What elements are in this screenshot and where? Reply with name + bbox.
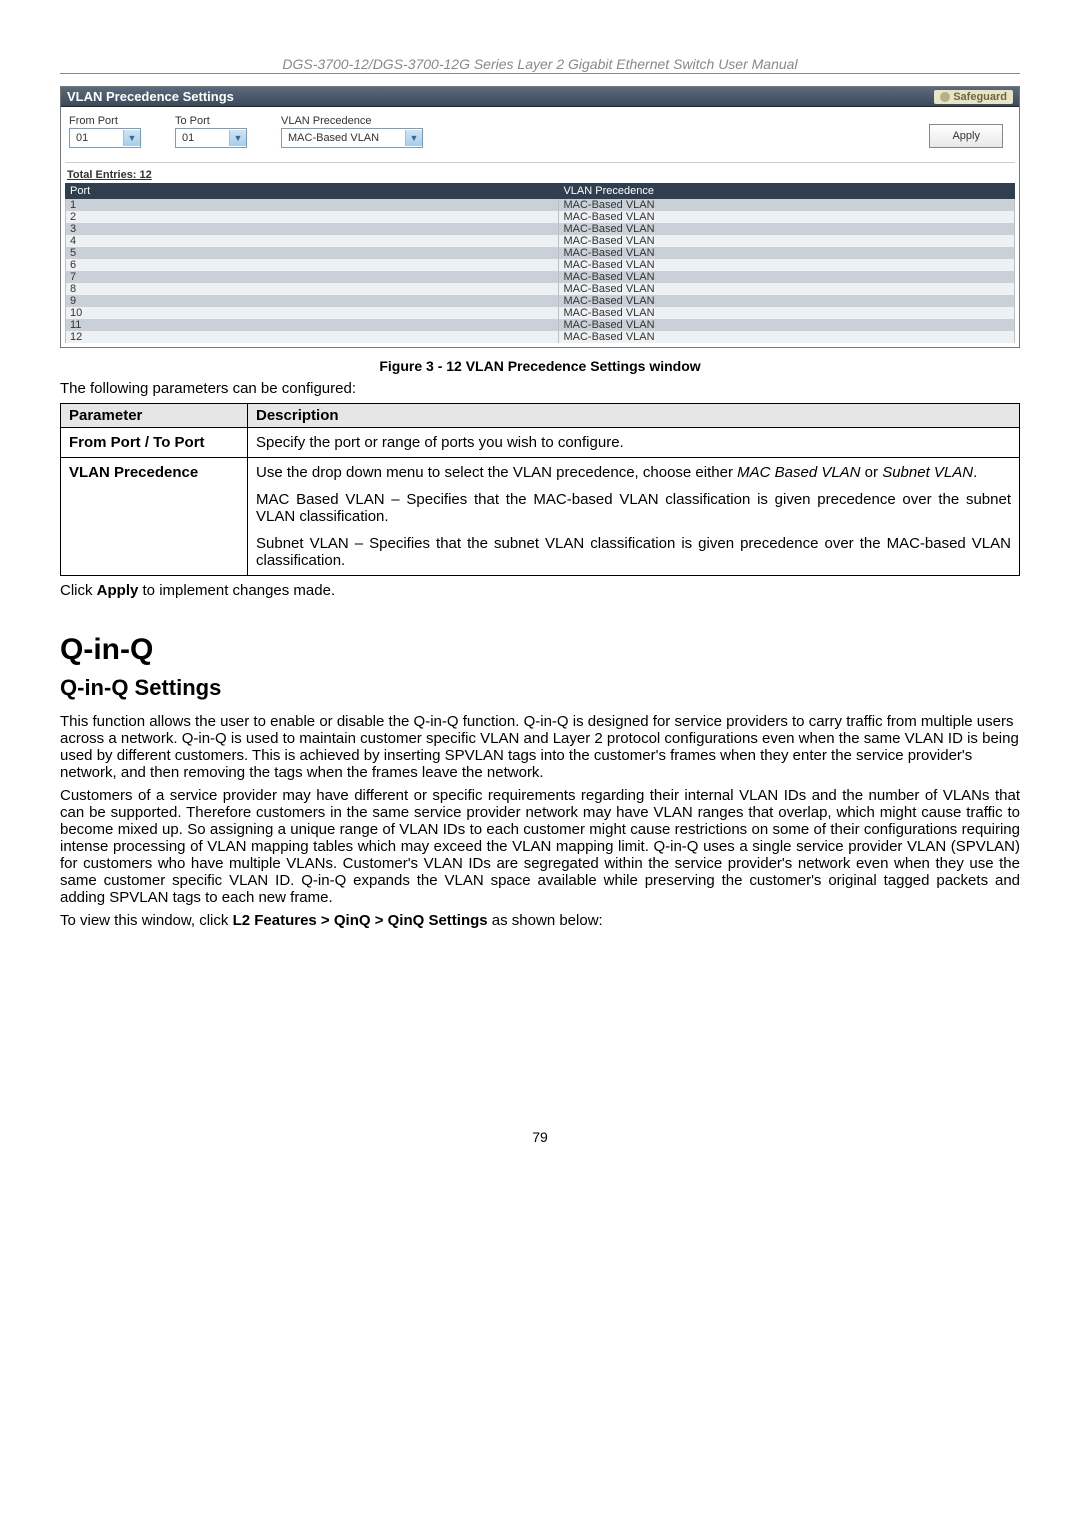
text: to implement changes made.: [138, 582, 335, 599]
text-bold: Apply: [97, 582, 139, 599]
figure-caption: Figure 3 - 12 VLAN Precedence Settings w…: [60, 358, 1020, 374]
table-row: 11MAC-Based VLAN: [66, 319, 1015, 331]
cell-vlan: MAC-Based VLAN: [559, 319, 1015, 331]
cell-vlan: MAC-Based VLAN: [559, 211, 1015, 223]
table-row: From Port / To Port Specify the port or …: [61, 428, 1020, 458]
cell-vlan: MAC-Based VLAN: [559, 199, 1015, 212]
vlan-precedence-value: MAC-Based VLAN: [288, 132, 379, 144]
text: as shown below:: [488, 912, 603, 929]
table-row: 12MAC-Based VLAN: [66, 331, 1015, 343]
intro-text: The following parameters can be configur…: [60, 380, 1020, 397]
table-row: 8MAC-Based VLAN: [66, 283, 1015, 295]
total-entries-label: Total Entries: 12: [61, 163, 1019, 183]
cell-port: 7: [66, 271, 559, 283]
cell-vlan: MAC-Based VLAN: [559, 247, 1015, 259]
page-number: 79: [60, 1129, 1020, 1145]
param-name: From Port / To Port: [61, 428, 248, 458]
desc-text: or: [861, 464, 883, 481]
chevron-down-icon: ▼: [123, 130, 140, 146]
param-desc: Use the drop down menu to select the VLA…: [248, 458, 1020, 576]
table-row: 7MAC-Based VLAN: [66, 271, 1015, 283]
nav-path-note: To view this window, click L2 Features >…: [60, 912, 1020, 929]
safeguard-label: Safeguard: [953, 91, 1007, 103]
from-port-value: 01: [76, 132, 88, 144]
paragraph: This function allows the user to enable …: [60, 713, 1020, 781]
cell-vlan: MAC-Based VLAN: [559, 331, 1015, 343]
param-name: VLAN Precedence: [61, 458, 248, 576]
desc-text: MAC Based VLAN – Specifies that the MAC-…: [256, 491, 1011, 525]
subsection-heading-qinq-settings: Q-in-Q Settings: [60, 675, 1020, 701]
param-header: Parameter: [61, 404, 248, 428]
cell-port: 5: [66, 247, 559, 259]
table-row: 3MAC-Based VLAN: [66, 223, 1015, 235]
text: To view this window, click: [60, 912, 233, 929]
settings-form-row: From Port 01 ▼ To Port 01 ▼ VLAN Precede…: [61, 107, 1019, 162]
cell-vlan: MAC-Based VLAN: [559, 271, 1015, 283]
cell-vlan: MAC-Based VLAN: [559, 259, 1015, 271]
desc-header: Description: [248, 404, 1020, 428]
cell-port: 6: [66, 259, 559, 271]
cell-port: 8: [66, 283, 559, 295]
desc-text: Subnet VLAN – Specifies that the subnet …: [256, 535, 1011, 569]
desc-text: Use the drop down menu to select the VLA…: [256, 464, 737, 481]
col-vlan-header: VLAN Precedence: [559, 184, 1015, 199]
to-port-label: To Port: [175, 115, 247, 127]
table-row: 4MAC-Based VLAN: [66, 235, 1015, 247]
cell-vlan: MAC-Based VLAN: [559, 295, 1015, 307]
table-row: VLAN Precedence Use the drop down menu t…: [61, 458, 1020, 576]
section-heading-qinq: Q-in-Q: [60, 633, 1020, 667]
table-row: 2MAC-Based VLAN: [66, 211, 1015, 223]
nav-path: L2 Features > QinQ > QinQ Settings: [233, 912, 488, 929]
cell-port: 3: [66, 223, 559, 235]
cell-vlan: MAC-Based VLAN: [559, 223, 1015, 235]
param-desc: Specify the port or range of ports you w…: [248, 428, 1020, 458]
text: Click: [60, 582, 97, 599]
vlan-precedence-table: Port VLAN Precedence 1MAC-Based VLAN2MAC…: [65, 183, 1015, 343]
to-port-value: 01: [182, 132, 194, 144]
table-row: 10MAC-Based VLAN: [66, 307, 1015, 319]
safeguard-badge: Safeguard: [934, 90, 1013, 104]
chevron-down-icon: ▼: [229, 130, 246, 146]
cell-port: 4: [66, 235, 559, 247]
table-row: 6MAC-Based VLAN: [66, 259, 1015, 271]
cell-port: 12: [66, 331, 559, 343]
apply-note: Click Apply to implement changes made.: [60, 582, 1020, 599]
apply-button[interactable]: Apply: [929, 124, 1003, 148]
from-port-label: From Port: [69, 115, 141, 127]
table-row: 5MAC-Based VLAN: [66, 247, 1015, 259]
from-port-select[interactable]: 01 ▼: [69, 128, 141, 148]
cell-port: 10: [66, 307, 559, 319]
desc-emph: MAC Based VLAN: [737, 464, 860, 481]
parameter-table: Parameter Description From Port / To Por…: [60, 403, 1020, 576]
chevron-down-icon: ▼: [405, 130, 422, 146]
to-port-select[interactable]: 01 ▼: [175, 128, 247, 148]
cell-vlan: MAC-Based VLAN: [559, 235, 1015, 247]
panel-title-bar: VLAN Precedence Settings Safeguard: [61, 87, 1019, 107]
cell-vlan: MAC-Based VLAN: [559, 283, 1015, 295]
desc-text: .: [973, 464, 977, 481]
panel-title: VLAN Precedence Settings: [67, 89, 234, 104]
paragraph: Customers of a service provider may have…: [60, 787, 1020, 906]
col-port-header: Port: [66, 184, 559, 199]
cell-port: 9: [66, 295, 559, 307]
table-row: 9MAC-Based VLAN: [66, 295, 1015, 307]
cell-vlan: MAC-Based VLAN: [559, 307, 1015, 319]
vlan-precedence-panel: VLAN Precedence Settings Safeguard From …: [60, 86, 1020, 348]
desc-emph: Subnet VLAN: [882, 464, 973, 481]
doc-header: DGS-3700-12/DGS-3700-12G Series Layer 2 …: [60, 56, 1020, 74]
vlan-precedence-label: VLAN Precedence: [281, 115, 423, 127]
cell-port: 11: [66, 319, 559, 331]
cell-port: 1: [66, 199, 559, 212]
cell-port: 2: [66, 211, 559, 223]
safeguard-icon: [940, 92, 950, 102]
vlan-precedence-select[interactable]: MAC-Based VLAN ▼: [281, 128, 423, 148]
table-row: 1MAC-Based VLAN: [66, 199, 1015, 212]
